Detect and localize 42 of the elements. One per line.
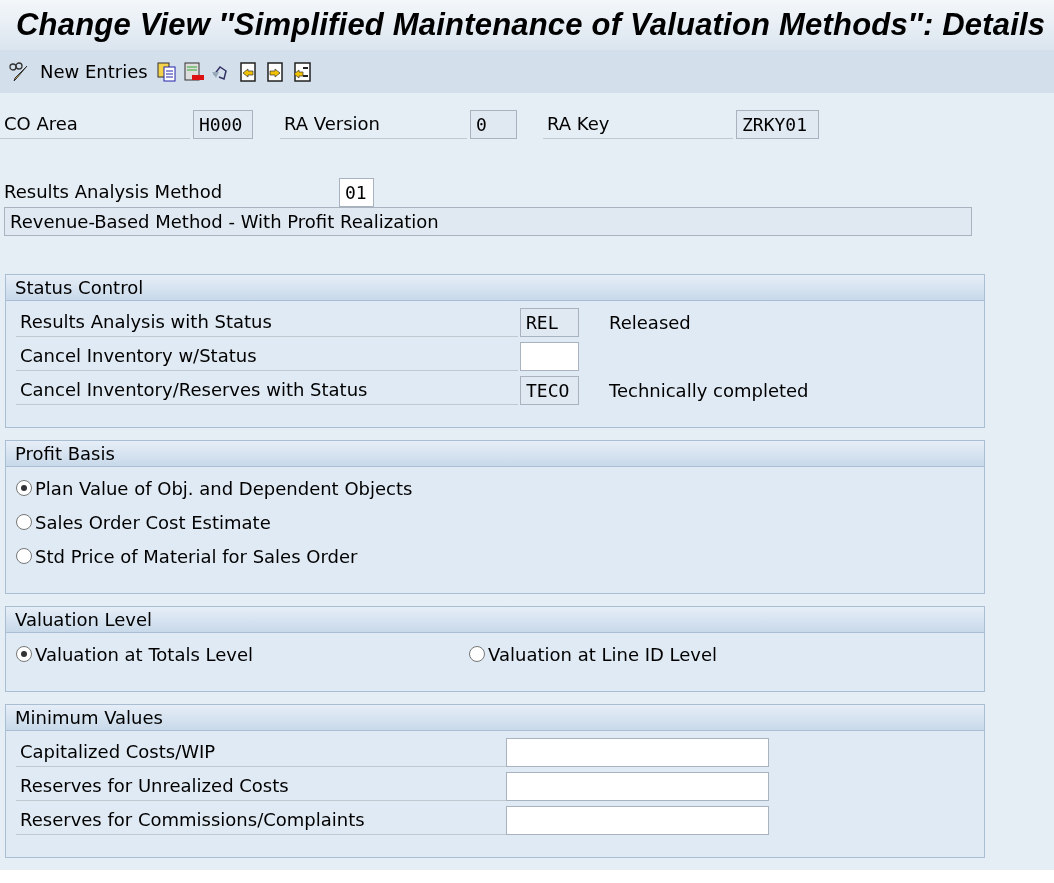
description-field: Revenue-Based Method - With Profit Realization <box>4 207 972 236</box>
copy-icon[interactable] <box>155 60 178 83</box>
radio-button[interactable] <box>16 646 32 662</box>
status-text: Released <box>609 310 691 335</box>
field-label: Results Analysis with Status <box>16 307 518 337</box>
input-field[interactable]: TECO <box>520 375 579 405</box>
input-field[interactable] <box>520 341 579 371</box>
window-title: Change View ″Simplified Maintenance of Valuation Methods″: Details <box>0 0 1054 50</box>
input-field[interactable] <box>506 737 769 767</box>
input-field[interactable] <box>506 771 769 801</box>
status-text: Technically completed <box>609 378 809 403</box>
radio-button[interactable] <box>16 514 32 530</box>
field-label: Reserves for Commissions/Complaints <box>16 805 506 835</box>
input-field[interactable]: REL <box>520 307 579 337</box>
radio-option[interactable]: Valuation at Totals Level <box>16 637 254 671</box>
field-label: Capitalized Costs/WIP <box>16 737 506 767</box>
new-entries-button[interactable]: New Entries <box>8 58 148 85</box>
radio-button[interactable] <box>469 646 486 662</box>
radio-option[interactable]: Std Price of Material for Sales Order <box>16 539 358 573</box>
radio-option[interactable]: Valuation at Line ID Level <box>469 637 718 671</box>
field-label: Reserves for Unrealized Costs <box>16 771 506 801</box>
input-field[interactable]: 01 <box>339 178 374 207</box>
radio-button[interactable] <box>16 548 32 564</box>
field-label: CO Area <box>0 110 190 139</box>
group-title: Valuation Level <box>6 607 984 633</box>
field-label: RA Key <box>543 110 733 139</box>
field-label: Cancel Inventory/Reserves with Status <box>16 375 518 405</box>
delete-icon[interactable] <box>182 60 205 83</box>
radio-button[interactable] <box>16 480 32 496</box>
field-label: Cancel Inventory w/Status <box>16 341 518 371</box>
field-label: Results Analysis Method <box>3 180 224 204</box>
radio-option[interactable]: Sales Order Cost Estimate <box>16 505 271 539</box>
field-label: RA Version <box>280 110 467 139</box>
input-field[interactable]: H000 <box>193 110 253 139</box>
input-field[interactable] <box>506 805 769 835</box>
input-field[interactable]: ZRKY01 <box>736 110 819 139</box>
pencil-icon <box>8 60 30 83</box>
group-title: Status Control <box>6 275 984 301</box>
group-title: Minimum Values <box>6 705 984 731</box>
group-title: Profit Basis <box>6 441 984 467</box>
radio-option[interactable]: Plan Value of Obj. and Dependent Objects <box>16 471 413 505</box>
input-field[interactable]: 0 <box>470 110 517 139</box>
